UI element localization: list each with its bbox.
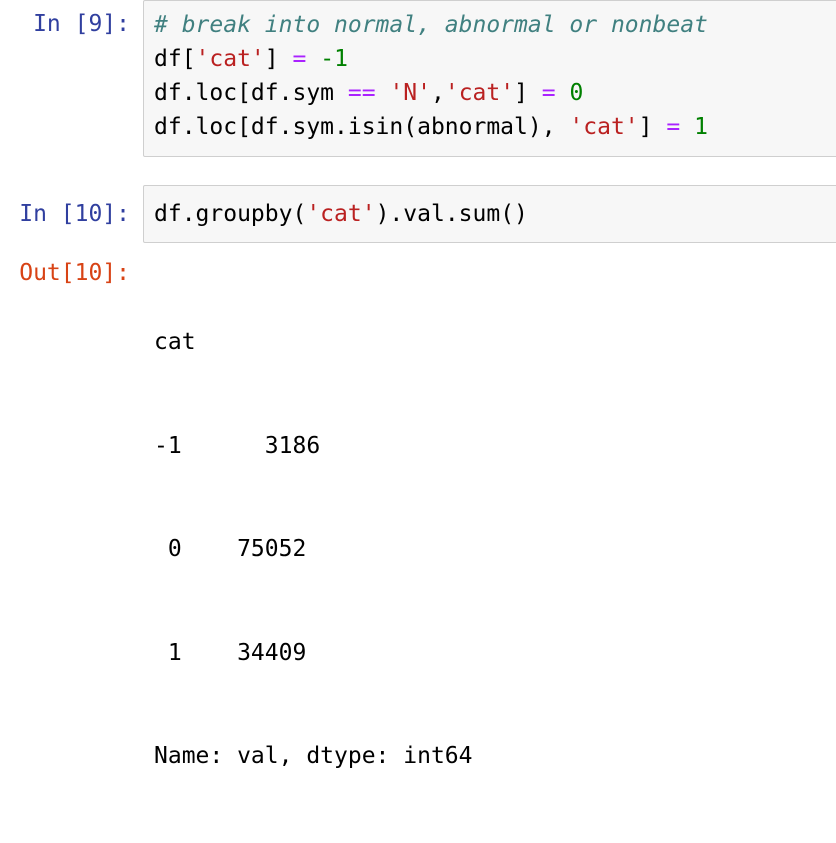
- code-token-str: 'N': [389, 80, 431, 106]
- code-token-op: ==: [347, 80, 376, 106]
- code-token: ]: [638, 114, 667, 140]
- output-line: 1 34409: [154, 639, 307, 666]
- code-token-num: 1: [694, 114, 708, 140]
- code-line: df.loc[df.sym == 'N','cat'] = 0: [144, 76, 836, 110]
- cell-output: cat -1 3186 0 75052 1 34409 Name: val, d…: [154, 256, 473, 843]
- code-line: df.groupby('cat').val.sum(): [144, 197, 836, 231]
- code-token-op: =: [666, 114, 681, 140]
- code-token: ]: [264, 46, 293, 72]
- code-token: df.loc[df.sym.isin(abnormal),: [154, 114, 570, 140]
- code-token-str: 'cat': [444, 80, 515, 106]
- code-token-str: 'cat': [569, 114, 639, 140]
- code-token: df[: [154, 46, 196, 72]
- code-token-comment: # break into normal, abnormal or nonbeat: [154, 12, 708, 38]
- code-token: df.loc[df.sym: [154, 80, 348, 106]
- code-token-op: =: [292, 46, 307, 72]
- code-token: ]: [514, 80, 542, 106]
- output-line: cat: [154, 329, 196, 355]
- output-prompt: Out[10]:: [19, 260, 130, 286]
- code-line: df.loc[df.sym.isin(abnormal), 'cat'] = 1: [144, 110, 836, 144]
- code-line: df['cat'] = -1: [144, 42, 836, 76]
- code-input-cell-9[interactable]: # break into normal, abnormal or nonbeat…: [143, 0, 836, 157]
- code-token-num: 0: [569, 80, 584, 106]
- code-line: # break into normal, abnormal or nonbeat: [144, 8, 836, 42]
- output-line: -1 3186: [154, 432, 321, 459]
- code-token-num: -1: [320, 46, 348, 72]
- output-line: 0 75052: [154, 536, 307, 562]
- code-token: df.groupby(: [154, 201, 307, 227]
- input-prompt: In [9]:: [33, 11, 130, 37]
- code-token: ,: [430, 80, 445, 106]
- input-prompt: In [10]:: [19, 201, 130, 227]
- code-input-cell-10[interactable]: df.groupby('cat').val.sum(): [143, 185, 836, 243]
- code-token-str: 'cat': [195, 46, 265, 72]
- output-line: Name: val, dtype: int64: [154, 743, 473, 769]
- code-token-str: 'cat': [306, 201, 376, 227]
- code-token-op: =: [541, 80, 556, 106]
- code-token: ).val.sum(): [375, 201, 528, 227]
